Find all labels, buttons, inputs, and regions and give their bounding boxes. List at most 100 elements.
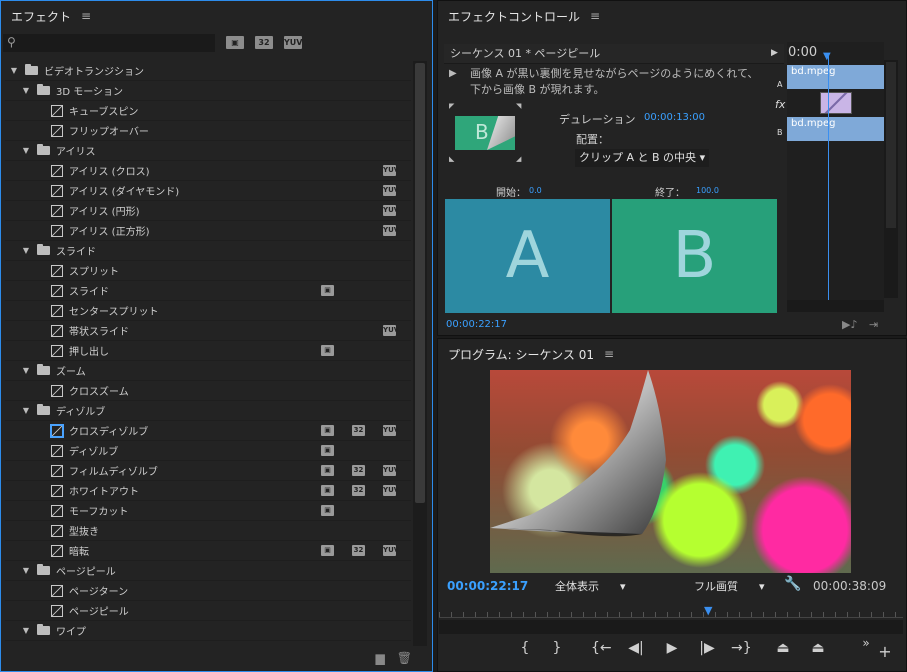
program-current-timecode[interactable]: 00:00:22:17 xyxy=(447,579,528,593)
effect-controls-scroll-thumb[interactable] xyxy=(886,62,896,228)
tree-label: ズーム xyxy=(56,367,86,378)
program-playhead-icon[interactable]: ▼ xyxy=(704,604,712,617)
timeline-start-time: 0:00 xyxy=(788,45,818,60)
effect-playhead[interactable] xyxy=(828,56,829,312)
32bit-filter-button[interactable]: 32 xyxy=(255,36,273,49)
corner-arrow-bl-icon[interactable]: ◣ xyxy=(449,155,454,163)
program-menu-icon[interactable]: ≡ xyxy=(604,347,614,361)
step-back-button[interactable]: ◀| xyxy=(626,640,646,656)
tree-item[interactable]: センタースプリット xyxy=(5,301,411,321)
corner-arrow-tr-icon[interactable]: ◥ xyxy=(516,102,521,110)
duration-value[interactable]: 00:00:13:00 xyxy=(644,112,705,123)
lift-button[interactable]: ⏏ xyxy=(773,640,793,656)
more-controls-icon[interactable]: » xyxy=(856,636,876,650)
expand-triangle-icon[interactable]: ▼ xyxy=(21,626,31,635)
expand-triangle-icon[interactable]: ▼ xyxy=(21,406,31,415)
clip-a-bar[interactable]: bd.mpeg xyxy=(787,65,884,89)
expand-triangle-icon[interactable]: ▼ xyxy=(9,66,19,75)
tree-item[interactable]: アイリス (ダイヤモンド) YUV xyxy=(5,181,411,201)
tree-item[interactable]: アイリス (正方形) YUV xyxy=(5,221,411,241)
step-forward-button[interactable]: |▶ xyxy=(697,640,717,656)
effects-panel-menu-icon[interactable]: ≡ xyxy=(81,9,91,23)
tree-folder[interactable]: ▼ ページピール xyxy=(5,561,411,581)
alignment-dropdown[interactable]: クリップ A と B の中央 ▾ xyxy=(575,149,710,167)
tree-item[interactable]: 帯状スライド YUV xyxy=(5,321,411,341)
tree-folder[interactable]: ▼ ワイプ xyxy=(5,621,411,641)
program-video-frame[interactable] xyxy=(490,370,851,573)
tree-item[interactable]: 暗転 ▣ 32 YUV xyxy=(5,541,411,561)
wrench-settings-icon[interactable]: 🔧 xyxy=(784,576,801,592)
playhead-marker-icon[interactable]: ▼ xyxy=(823,51,831,62)
tree-item[interactable]: ページピール xyxy=(5,601,411,621)
yuv-filter-button[interactable]: YUV xyxy=(284,36,302,49)
effect-controls-timecode[interactable]: 00:00:22:17 xyxy=(446,319,507,330)
clip-b-bar[interactable]: bd.mpeg xyxy=(787,117,884,141)
zoom-level-dropdown[interactable]: 全体表示 ▾ xyxy=(555,578,626,594)
tree-item[interactable]: スプリット xyxy=(5,261,411,281)
expand-triangle-icon[interactable]: ▼ xyxy=(21,146,31,155)
accelerated-effects-filter-icon[interactable]: ▣ xyxy=(226,36,244,49)
playback-resolution-dropdown[interactable]: フル画質 ▾ xyxy=(694,578,765,594)
tree-item[interactable]: 押し出し ▣ xyxy=(5,341,411,361)
transition-block[interactable] xyxy=(820,92,852,114)
corner-arrow-br-icon[interactable]: ◢ xyxy=(516,155,521,163)
tree-item[interactable]: クロスズーム xyxy=(5,381,411,401)
tree-item[interactable]: クロスディゾルブ ▣ 32 YUV xyxy=(5,421,411,441)
effect-controls-scrollbar[interactable] xyxy=(884,60,898,298)
tree-item[interactable]: フリップオーバー xyxy=(5,121,411,141)
tree-folder[interactable]: ▼ ディゾルブ xyxy=(5,401,411,421)
go-to-in-button[interactable]: {← xyxy=(591,640,612,656)
tree-item[interactable]: アイリス (クロス) YUV xyxy=(5,161,411,181)
transition-icon xyxy=(51,324,63,337)
program-zoom-scrollbar[interactable] xyxy=(439,620,903,634)
effect-description: 画像 A が黒い裏側を見せながらページのようにめくれて、 下から画像 B が現れ… xyxy=(470,66,800,98)
tree-item[interactable]: キューブスピン xyxy=(5,101,411,121)
mark-in-button[interactable]: { xyxy=(515,640,535,656)
tree-item[interactable]: ディゾルブ ▣ xyxy=(5,441,411,461)
tree-item[interactable]: アイリス (円形) YUV xyxy=(5,201,411,221)
mark-out-button[interactable]: } xyxy=(547,640,567,656)
extract-button[interactable]: ⏏ xyxy=(808,640,828,656)
tree-folder[interactable]: ▼ スライド xyxy=(5,241,411,261)
transition-icon xyxy=(51,484,63,497)
add-button-icon[interactable]: + xyxy=(875,642,895,661)
expand-arrow-icon[interactable]: ▶ xyxy=(771,48,778,58)
zoom-level-value: 全体表示 xyxy=(555,580,599,593)
tree-item[interactable]: ホワイトアウト ▣ 32 YUV xyxy=(5,481,411,501)
tree-folder[interactable]: ▼ ズーム xyxy=(5,361,411,381)
end-value[interactable]: 100.0 xyxy=(696,186,719,195)
play-preview-icon[interactable]: ▶ xyxy=(449,68,457,79)
play-button[interactable]: ▶ xyxy=(662,640,682,656)
expand-triangle-icon[interactable]: ▼ xyxy=(21,566,31,575)
tree-folder[interactable]: ▼ ビデオトランジション xyxy=(5,61,411,81)
effects-scroll-thumb[interactable] xyxy=(415,63,425,503)
tree-label: 3D モーション xyxy=(56,87,124,98)
tree-label: 帯状スライド xyxy=(69,327,129,338)
corner-arrow-tl-icon[interactable]: ◤ xyxy=(449,102,454,110)
tree-label: クロスズーム xyxy=(69,387,129,398)
effect-timeline-hscroll[interactable] xyxy=(787,300,884,312)
expand-triangle-icon[interactable]: ▼ xyxy=(21,86,31,95)
tree-item[interactable]: フィルムディゾルブ ▣ 32 YUV xyxy=(5,461,411,481)
tree-item[interactable]: スライド ▣ xyxy=(5,281,411,301)
effects-scrollbar[interactable] xyxy=(413,61,427,646)
play-audio-icon[interactable]: ▶♪ xyxy=(842,318,857,331)
effects-search-input[interactable]: ⚲ xyxy=(3,34,215,52)
yuv-icon: YUV xyxy=(383,545,400,556)
tree-item[interactable]: モーフカット ▣ xyxy=(5,501,411,521)
tree-folder[interactable]: ▼ 3D モーション xyxy=(5,81,411,101)
tree-folder[interactable]: ▼ アイリス xyxy=(5,141,411,161)
trash-icon[interactable]: 🗑 xyxy=(397,651,412,665)
program-time-ruler[interactable] xyxy=(439,602,903,618)
tree-item[interactable]: 型抜き xyxy=(5,521,411,541)
expand-triangle-icon[interactable]: ▼ xyxy=(21,366,31,375)
expand-triangle-icon[interactable]: ▼ xyxy=(21,246,31,255)
new-bin-icon[interactable]: ▆ xyxy=(376,651,385,665)
effect-controls-menu-icon[interactable]: ≡ xyxy=(590,9,600,23)
go-to-out-button[interactable]: →} xyxy=(731,640,752,656)
end-label: 終了： xyxy=(655,188,685,199)
export-icon[interactable]: ⇥ xyxy=(869,318,878,331)
start-value[interactable]: 0.0 xyxy=(529,186,542,195)
program-monitor-title: プログラム: シーケンス 01 xyxy=(448,347,594,362)
tree-item[interactable]: ページターン xyxy=(5,581,411,601)
